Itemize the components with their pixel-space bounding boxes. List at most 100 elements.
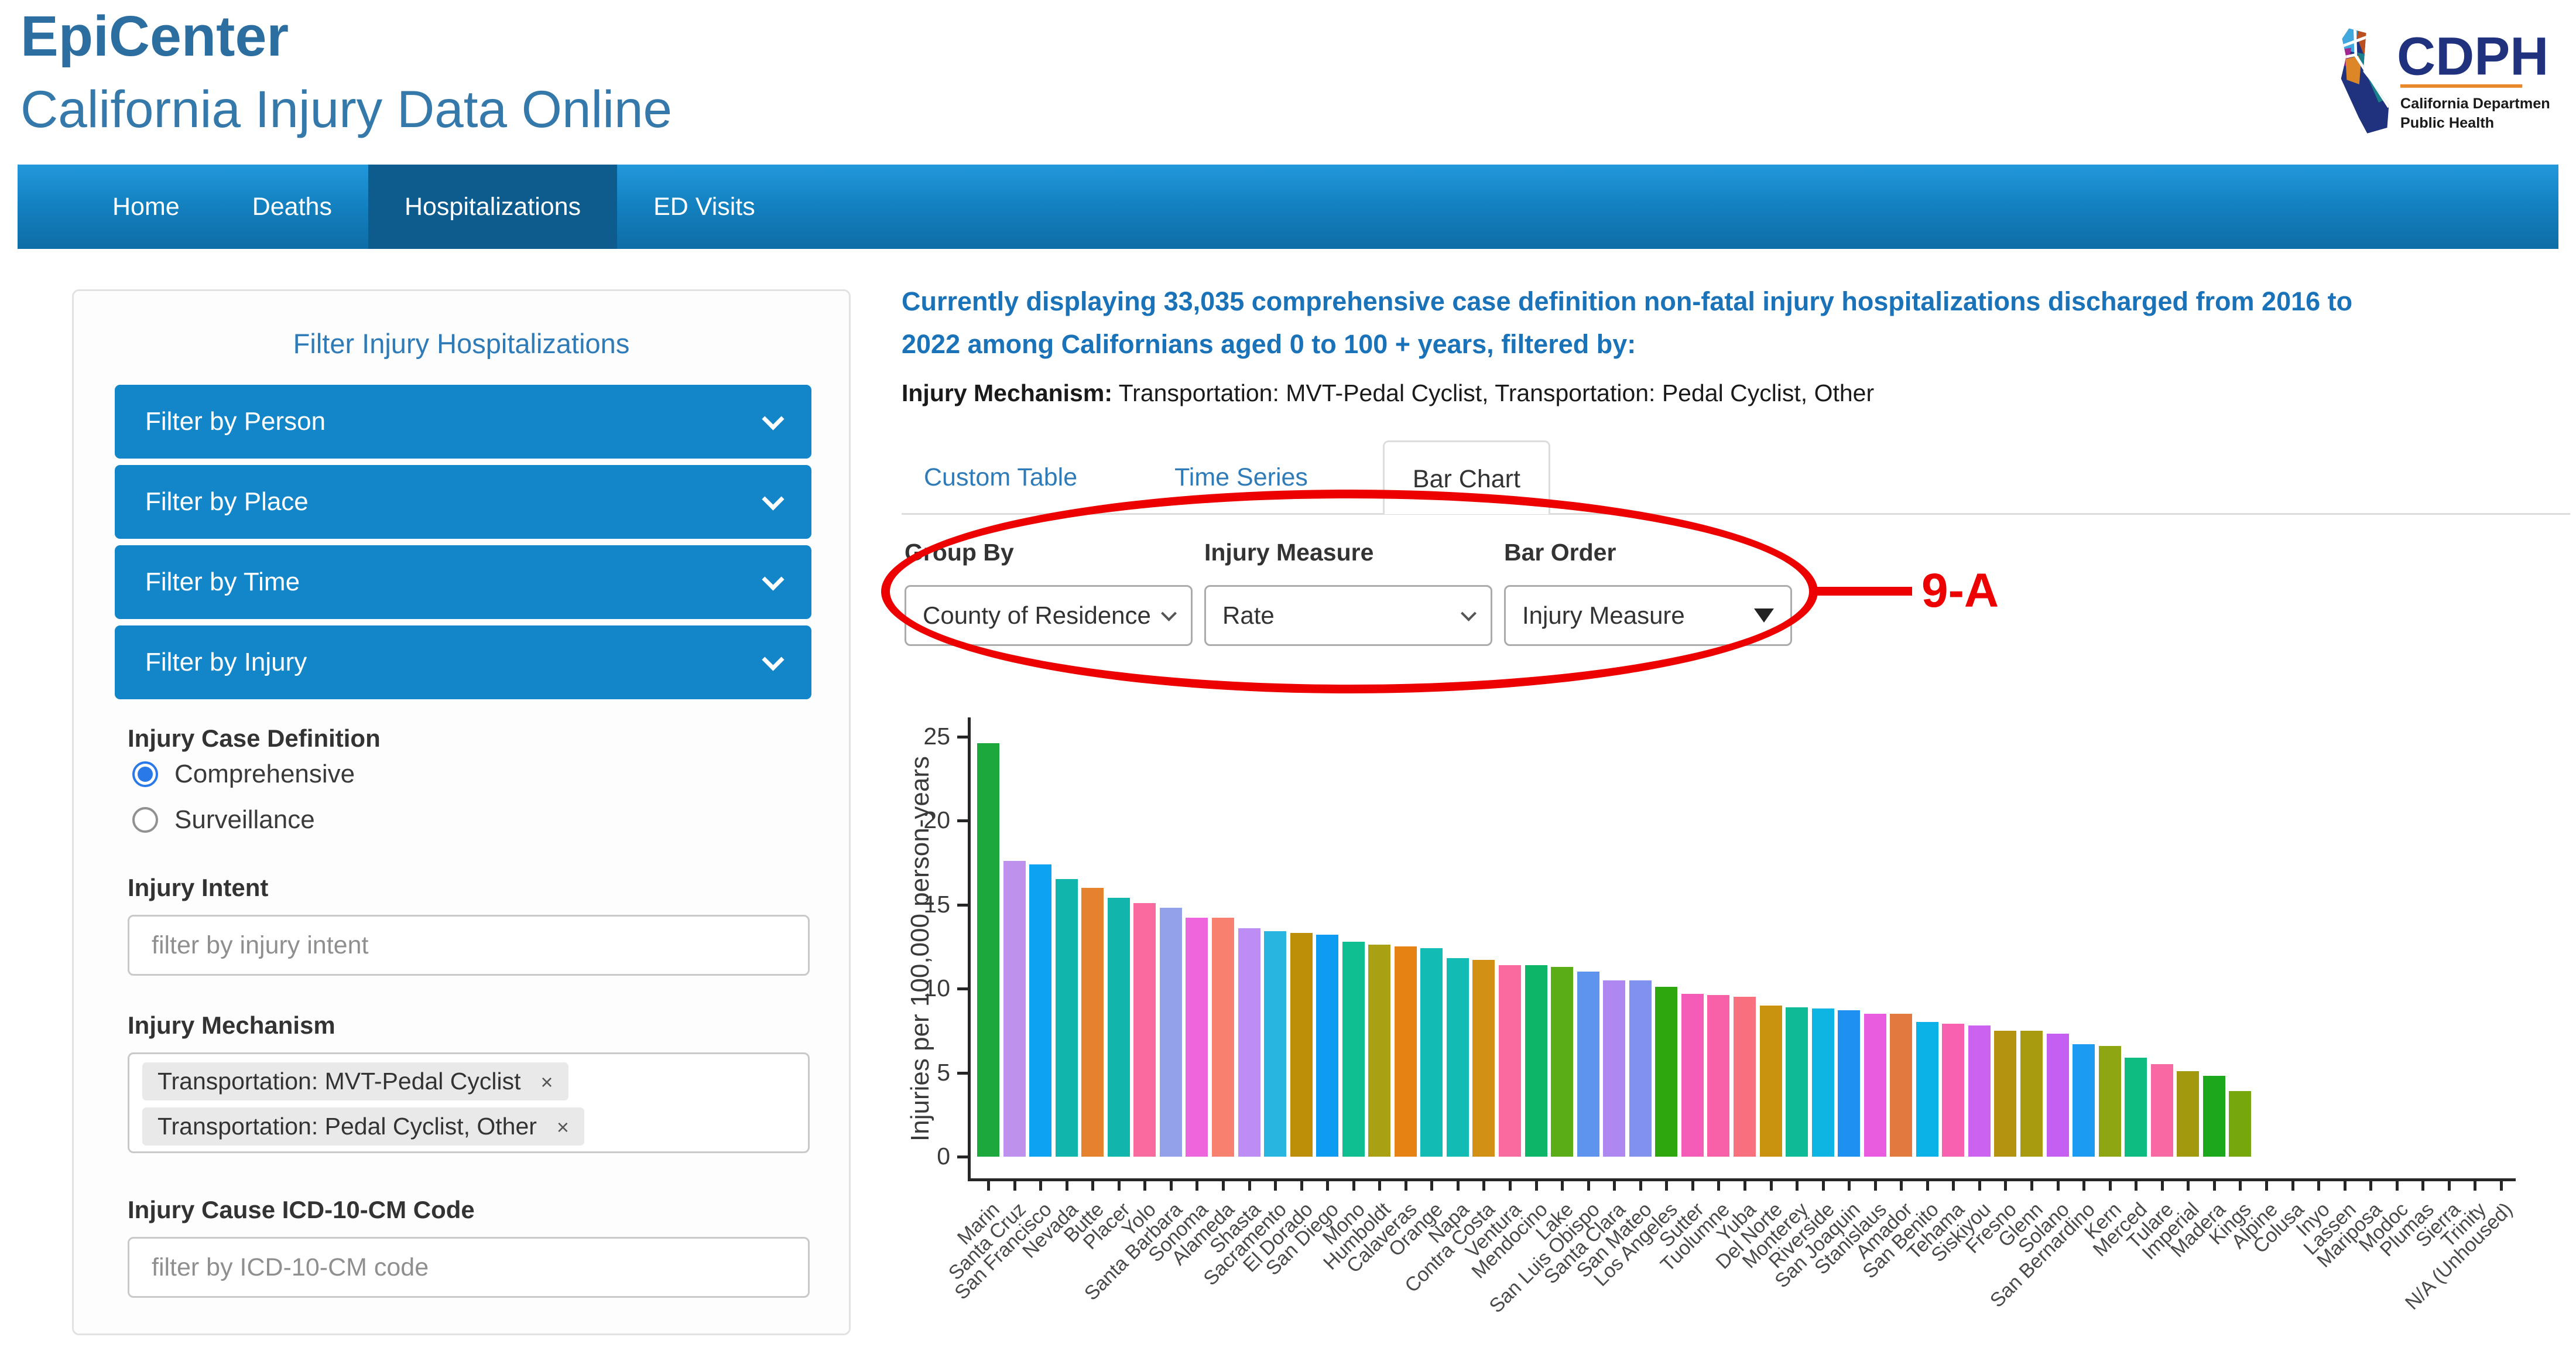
injury-mechanism-box[interactable]: Transportation: MVT-Pedal Cyclist×Transp… bbox=[128, 1052, 810, 1153]
x-tick bbox=[2135, 1181, 2137, 1191]
accordion-filter-by-person[interactable]: Filter by Person bbox=[115, 385, 811, 459]
bar-fresno bbox=[1994, 1031, 2016, 1157]
radio-selected-icon[interactable] bbox=[132, 761, 158, 787]
bar-san-diego bbox=[1316, 935, 1338, 1157]
radio-option-label: Comprehensive bbox=[174, 760, 355, 789]
bar-solano bbox=[2047, 1034, 2069, 1157]
x-tick bbox=[2187, 1181, 2190, 1191]
bar-siskiyou bbox=[1968, 1025, 1991, 1157]
x-tick bbox=[1457, 1181, 1460, 1191]
x-tick bbox=[2291, 1181, 2294, 1191]
remove-tag-icon[interactable]: × bbox=[541, 1070, 553, 1094]
x-tick bbox=[2317, 1181, 2320, 1191]
x-tick bbox=[1926, 1181, 1929, 1191]
accordion-filter-by-time[interactable]: Filter by Time bbox=[115, 545, 811, 619]
nav-item-ed-visits[interactable]: ED Visits bbox=[617, 165, 792, 249]
x-tick bbox=[2082, 1181, 2085, 1191]
cdph-logo: CDPH California Department of Public Hea… bbox=[2333, 20, 2550, 149]
bar-el-dorado bbox=[1290, 933, 1313, 1157]
bar-monterey bbox=[1786, 1007, 1808, 1157]
bar-sutter bbox=[1681, 994, 1704, 1157]
bar-sacramento bbox=[1264, 931, 1286, 1157]
radio-option-comprehensive[interactable]: Comprehensive bbox=[132, 760, 776, 789]
bar-merced bbox=[2125, 1058, 2147, 1157]
active-filter-line: Injury Mechanism: Transportation: MVT-Pe… bbox=[902, 380, 1874, 407]
x-tick bbox=[1952, 1181, 1955, 1191]
x-tick bbox=[2239, 1181, 2242, 1191]
active-filter-value: Transportation: MVT-Pedal Cyclist, Trans… bbox=[1119, 380, 1874, 406]
bar-kings bbox=[2229, 1091, 2251, 1157]
bar-humboldt bbox=[1368, 945, 1390, 1157]
y-tick bbox=[957, 736, 968, 739]
logo-org-line2: Public Health bbox=[2400, 115, 2494, 131]
bar-san-benito bbox=[1916, 1022, 1938, 1157]
x-tick bbox=[1639, 1181, 1642, 1191]
bar-riverside bbox=[1812, 1008, 1834, 1157]
accordion-label: Filter by Place bbox=[145, 487, 309, 517]
bar-yuba bbox=[1734, 997, 1756, 1157]
nav-item-deaths[interactable]: Deaths bbox=[216, 165, 368, 249]
x-tick bbox=[2344, 1181, 2347, 1191]
tab-custom-table[interactable]: Custom Table bbox=[902, 440, 1099, 514]
nav-item-home[interactable]: Home bbox=[76, 165, 216, 249]
x-tick bbox=[1717, 1181, 1720, 1191]
accordion-filter-by-place[interactable]: Filter by Place bbox=[115, 465, 811, 539]
annotation-ellipse bbox=[881, 490, 1818, 693]
bar-napa bbox=[1447, 958, 1469, 1157]
x-tick bbox=[1848, 1181, 1851, 1191]
bar-del-norte bbox=[1760, 1006, 1782, 1157]
bar-san-francisco bbox=[1029, 864, 1051, 1157]
bar-yolo bbox=[1133, 903, 1156, 1157]
mechanism-tag: Transportation: Pedal Cyclist, Other× bbox=[142, 1107, 584, 1146]
radio-unselected-icon[interactable] bbox=[132, 807, 158, 833]
y-tick-label: 15 bbox=[880, 891, 950, 918]
accordion-filter-by-injury[interactable]: Filter by Injury bbox=[115, 625, 811, 699]
bar-santa-cruz bbox=[1003, 861, 1026, 1157]
accordion-label: Filter by Injury bbox=[145, 648, 307, 677]
bar-shasta bbox=[1238, 928, 1260, 1157]
x-tick bbox=[1535, 1181, 1538, 1191]
x-tick bbox=[2004, 1181, 2007, 1191]
filter-panel: Filter Injury Hospitalizations Filter by… bbox=[72, 289, 851, 1335]
x-tick bbox=[1561, 1181, 1564, 1191]
bar-tuolumne bbox=[1707, 995, 1729, 1157]
x-tick bbox=[2265, 1181, 2268, 1191]
remove-tag-icon[interactable]: × bbox=[557, 1115, 569, 1139]
injury-intent-input[interactable] bbox=[128, 915, 810, 976]
y-tick-label: 10 bbox=[880, 975, 950, 1002]
x-tick bbox=[1822, 1181, 1825, 1191]
x-tick bbox=[1770, 1181, 1773, 1191]
x-tick bbox=[2421, 1181, 2424, 1191]
radio-option-label: Surveillance bbox=[174, 805, 315, 835]
x-tick bbox=[2369, 1181, 2372, 1191]
bar-santa-barbara bbox=[1160, 908, 1182, 1157]
case-definition-label: Injury Case Definition bbox=[128, 724, 381, 753]
x-tick bbox=[2030, 1181, 2033, 1191]
bar-marin bbox=[977, 743, 999, 1157]
bar-kern bbox=[2099, 1046, 2121, 1157]
x-tick bbox=[1274, 1181, 1277, 1191]
x-tick bbox=[2057, 1181, 2060, 1191]
radio-option-surveillance[interactable]: Surveillance bbox=[132, 805, 776, 835]
icd-code-input[interactable] bbox=[128, 1237, 810, 1298]
x-tick bbox=[1170, 1181, 1173, 1191]
x-tick bbox=[1613, 1181, 1616, 1191]
epicenter-page: EpiCenter California Injury Data Online … bbox=[0, 0, 2576, 1338]
chevron-down-icon bbox=[762, 408, 784, 430]
annotation-line bbox=[1814, 587, 1912, 596]
y-tick bbox=[957, 904, 968, 907]
bar-ventura bbox=[1499, 965, 1521, 1157]
x-tick bbox=[1874, 1181, 1877, 1191]
bar-tulare bbox=[2151, 1064, 2173, 1157]
x-tick bbox=[1118, 1181, 1121, 1191]
bar-san-luis-obispo bbox=[1577, 972, 1599, 1157]
page-subtitle: California Injury Data Online bbox=[20, 79, 672, 139]
main-nav: HomeDeathsHospitalizationsED Visits bbox=[18, 165, 2558, 249]
chevron-down-icon bbox=[762, 488, 784, 510]
nav-item-hospitalizations[interactable]: Hospitalizations bbox=[368, 165, 617, 249]
x-axis-line bbox=[968, 1178, 2516, 1181]
chevron-down-icon bbox=[762, 568, 784, 590]
x-tick bbox=[1482, 1181, 1485, 1191]
bar-madera bbox=[2203, 1076, 2225, 1157]
filter-panel-title: Filter Injury Hospitalizations bbox=[74, 327, 849, 360]
